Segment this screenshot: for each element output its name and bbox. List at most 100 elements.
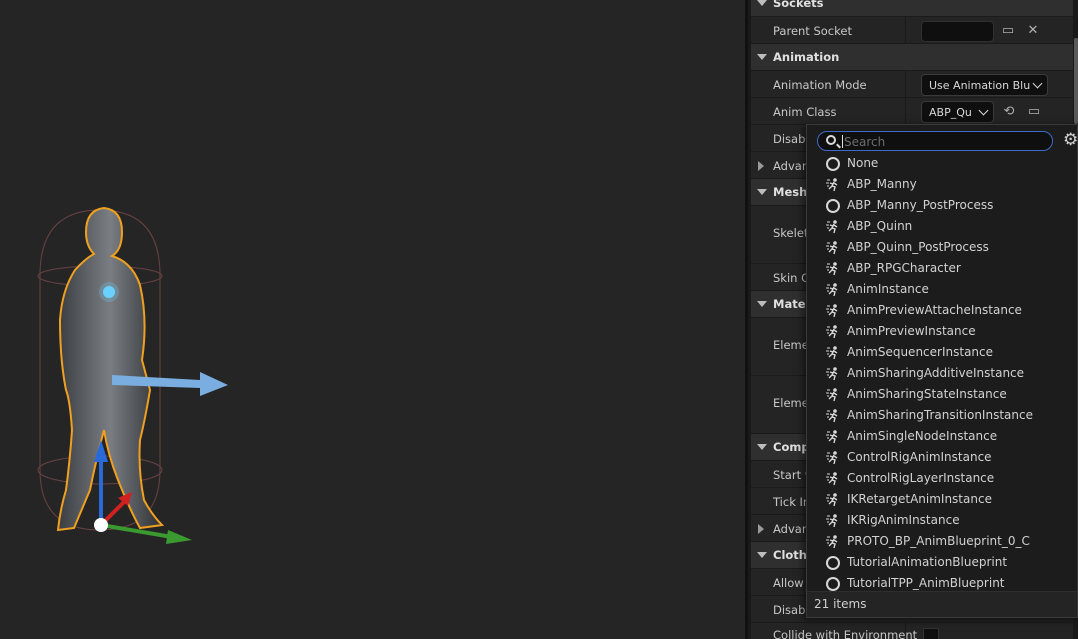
circle-icon [826,199,840,213]
details-scrollbar[interactable] [1074,38,1078,124]
section-sockets[interactable]: Sockets [751,0,1073,17]
class-list-item-label: AnimSharingTransitionInstance [847,408,1033,422]
section-label: Sockets [773,0,824,10]
class-list-item[interactable]: ABP_Manny_PostProcess [807,195,1077,216]
anim-blueprint-icon [825,345,841,361]
class-list-item-label: ABP_Quinn [847,219,913,233]
class-list-item[interactable]: PROTO_BP_AnimBlueprint_0_C [807,531,1077,552]
class-list-item[interactable]: AnimInstance [807,279,1077,300]
class-list-item-label: ControlRigAnimInstance [847,450,992,464]
class-list-item[interactable]: AnimSharingTransitionInstance [807,405,1077,426]
anim-blueprint-icon [825,240,841,256]
column-divider[interactable] [905,98,906,124]
collapse-arrow-icon [757,54,767,60]
class-list-item-label: PROTO_BP_AnimBlueprint_0_C [847,534,1030,548]
class-list-item-label: AnimPreviewInstance [847,324,976,338]
clear-icon[interactable]: ✕ [1024,22,1042,40]
anim-blueprint-icon [825,450,841,466]
collapse-arrow-icon [757,0,767,6]
class-list-item-label: TutorialAnimationBlueprint [847,555,1008,569]
class-list-item-label: ABP_Manny_PostProcess [847,198,994,212]
class-list-item[interactable]: AnimPreviewAttacheInstance [807,300,1077,321]
row-anim-class: Anim Class ABP_Qu ⟲ ▭ [751,98,1073,125]
anim-blueprint-icon [825,471,841,487]
class-list[interactable]: None ABP_Manny ABP_Manny_PostProcess ABP_Qu… [807,153,1077,594]
row-label: Animation Mode [773,78,867,92]
class-list-item[interactable]: None [807,153,1077,174]
chevron-down-icon [1032,78,1043,89]
class-list-item-label: AnimSharingStateInstance [847,387,1007,401]
class-list-item[interactable]: IKRigAnimInstance [807,510,1077,531]
collapse-arrow-icon [757,189,767,195]
anim-blueprint-icon [825,492,841,508]
expand-arrow-icon [758,161,764,171]
column-divider[interactable] [905,71,906,97]
class-list-item[interactable]: ABP_Quinn_PostProcess [807,237,1077,258]
row-animation-mode: Animation Mode Use Animation Blu [751,71,1073,98]
anim-class-dropdown[interactable]: ABP_Qu [921,101,994,123]
collapse-arrow-icon [757,552,767,558]
anim-blueprint-icon [825,219,841,235]
column-divider[interactable] [905,17,906,43]
text-caret [842,135,843,148]
class-list-item[interactable]: ControlRigLayerInstance [807,468,1077,489]
row-collide-with-environment: Collide with Environment [751,623,1073,639]
anim-blueprint-icon [825,429,841,445]
class-list-item[interactable]: ControlRigAnimInstance [807,447,1077,468]
level-viewport[interactable] [0,0,745,639]
class-list-item[interactable]: ABP_RPGCharacter [807,258,1077,279]
circle-icon [826,157,840,171]
item-count-footer: 21 items [807,591,1077,617]
chevron-down-icon [978,105,989,116]
class-list-item-label: None [847,156,879,170]
anim-blueprint-icon [825,513,841,529]
class-list-item[interactable]: AnimPreviewInstance [807,321,1077,342]
class-list-item-label: AnimInstance [847,282,929,296]
class-list-item-label: AnimSequencerInstance [847,345,994,359]
row-parent-socket: Parent Socket ▭ ✕ [751,17,1073,44]
anim-blueprint-icon [825,366,841,382]
class-list-item-label: TutorialTPP_AnimBlueprint [847,576,1005,590]
class-list-item-label: IKRigAnimInstance [847,513,960,527]
collapse-arrow-icon [757,444,767,450]
column-divider[interactable] [905,623,906,639]
anim-blueprint-icon [825,303,841,319]
class-list-item[interactable]: ABP_Manny [807,174,1077,195]
search-input[interactable] [844,134,1044,149]
class-list-item[interactable]: AnimSequencerInstance [807,342,1077,363]
circle-icon [826,556,840,570]
section-label: Mesh [773,185,808,199]
class-list-item[interactable]: AnimSharingAdditiveInstance [807,363,1077,384]
dropdown-value: Use Animation Blu [929,79,1031,92]
anim-blueprint-icon [825,324,841,340]
class-list-item-label: AnimSingleNodeInstance [847,429,998,443]
row-label: Tick In [773,495,811,509]
search-box[interactable] [817,131,1053,151]
class-list-item[interactable]: TutorialAnimationBlueprint [807,552,1077,573]
gear-icon[interactable]: ⚙ [1063,131,1077,149]
class-list-item-label: ABP_RPGCharacter [847,261,961,275]
anim-blueprint-icon [825,261,841,277]
expand-arrow-icon [758,524,764,534]
collide-checkbox[interactable] [923,628,939,639]
section-label: Animation [773,50,840,64]
dropdown-value: ABP_Qu [929,106,972,119]
browse-asset-icon[interactable]: ▭ [1025,103,1043,121]
browse-socket-icon[interactable]: ▭ [999,22,1017,40]
class-list-item-label: AnimPreviewAttacheInstance [847,303,1022,317]
use-selected-icon[interactable]: ⟲ [1000,103,1018,121]
class-list-item[interactable]: ABP_Quinn [807,216,1077,237]
row-label: Parent Socket [773,24,852,38]
search-icon [826,135,836,145]
viewport-scene[interactable] [0,0,745,639]
class-list-item-label: IKRetargetAnimInstance [847,492,992,506]
section-animation[interactable]: Animation [751,44,1073,71]
class-list-item[interactable]: IKRetargetAnimInstance [807,489,1077,510]
class-list-item[interactable]: AnimSingleNodeInstance [807,426,1077,447]
anim-blueprint-icon [825,177,841,193]
anim-blueprint-icon [825,387,841,403]
circle-icon [826,577,840,591]
animation-mode-dropdown[interactable]: Use Animation Blu [921,74,1048,96]
class-list-item[interactable]: AnimSharingStateInstance [807,384,1077,405]
parent-socket-field[interactable] [921,21,994,42]
